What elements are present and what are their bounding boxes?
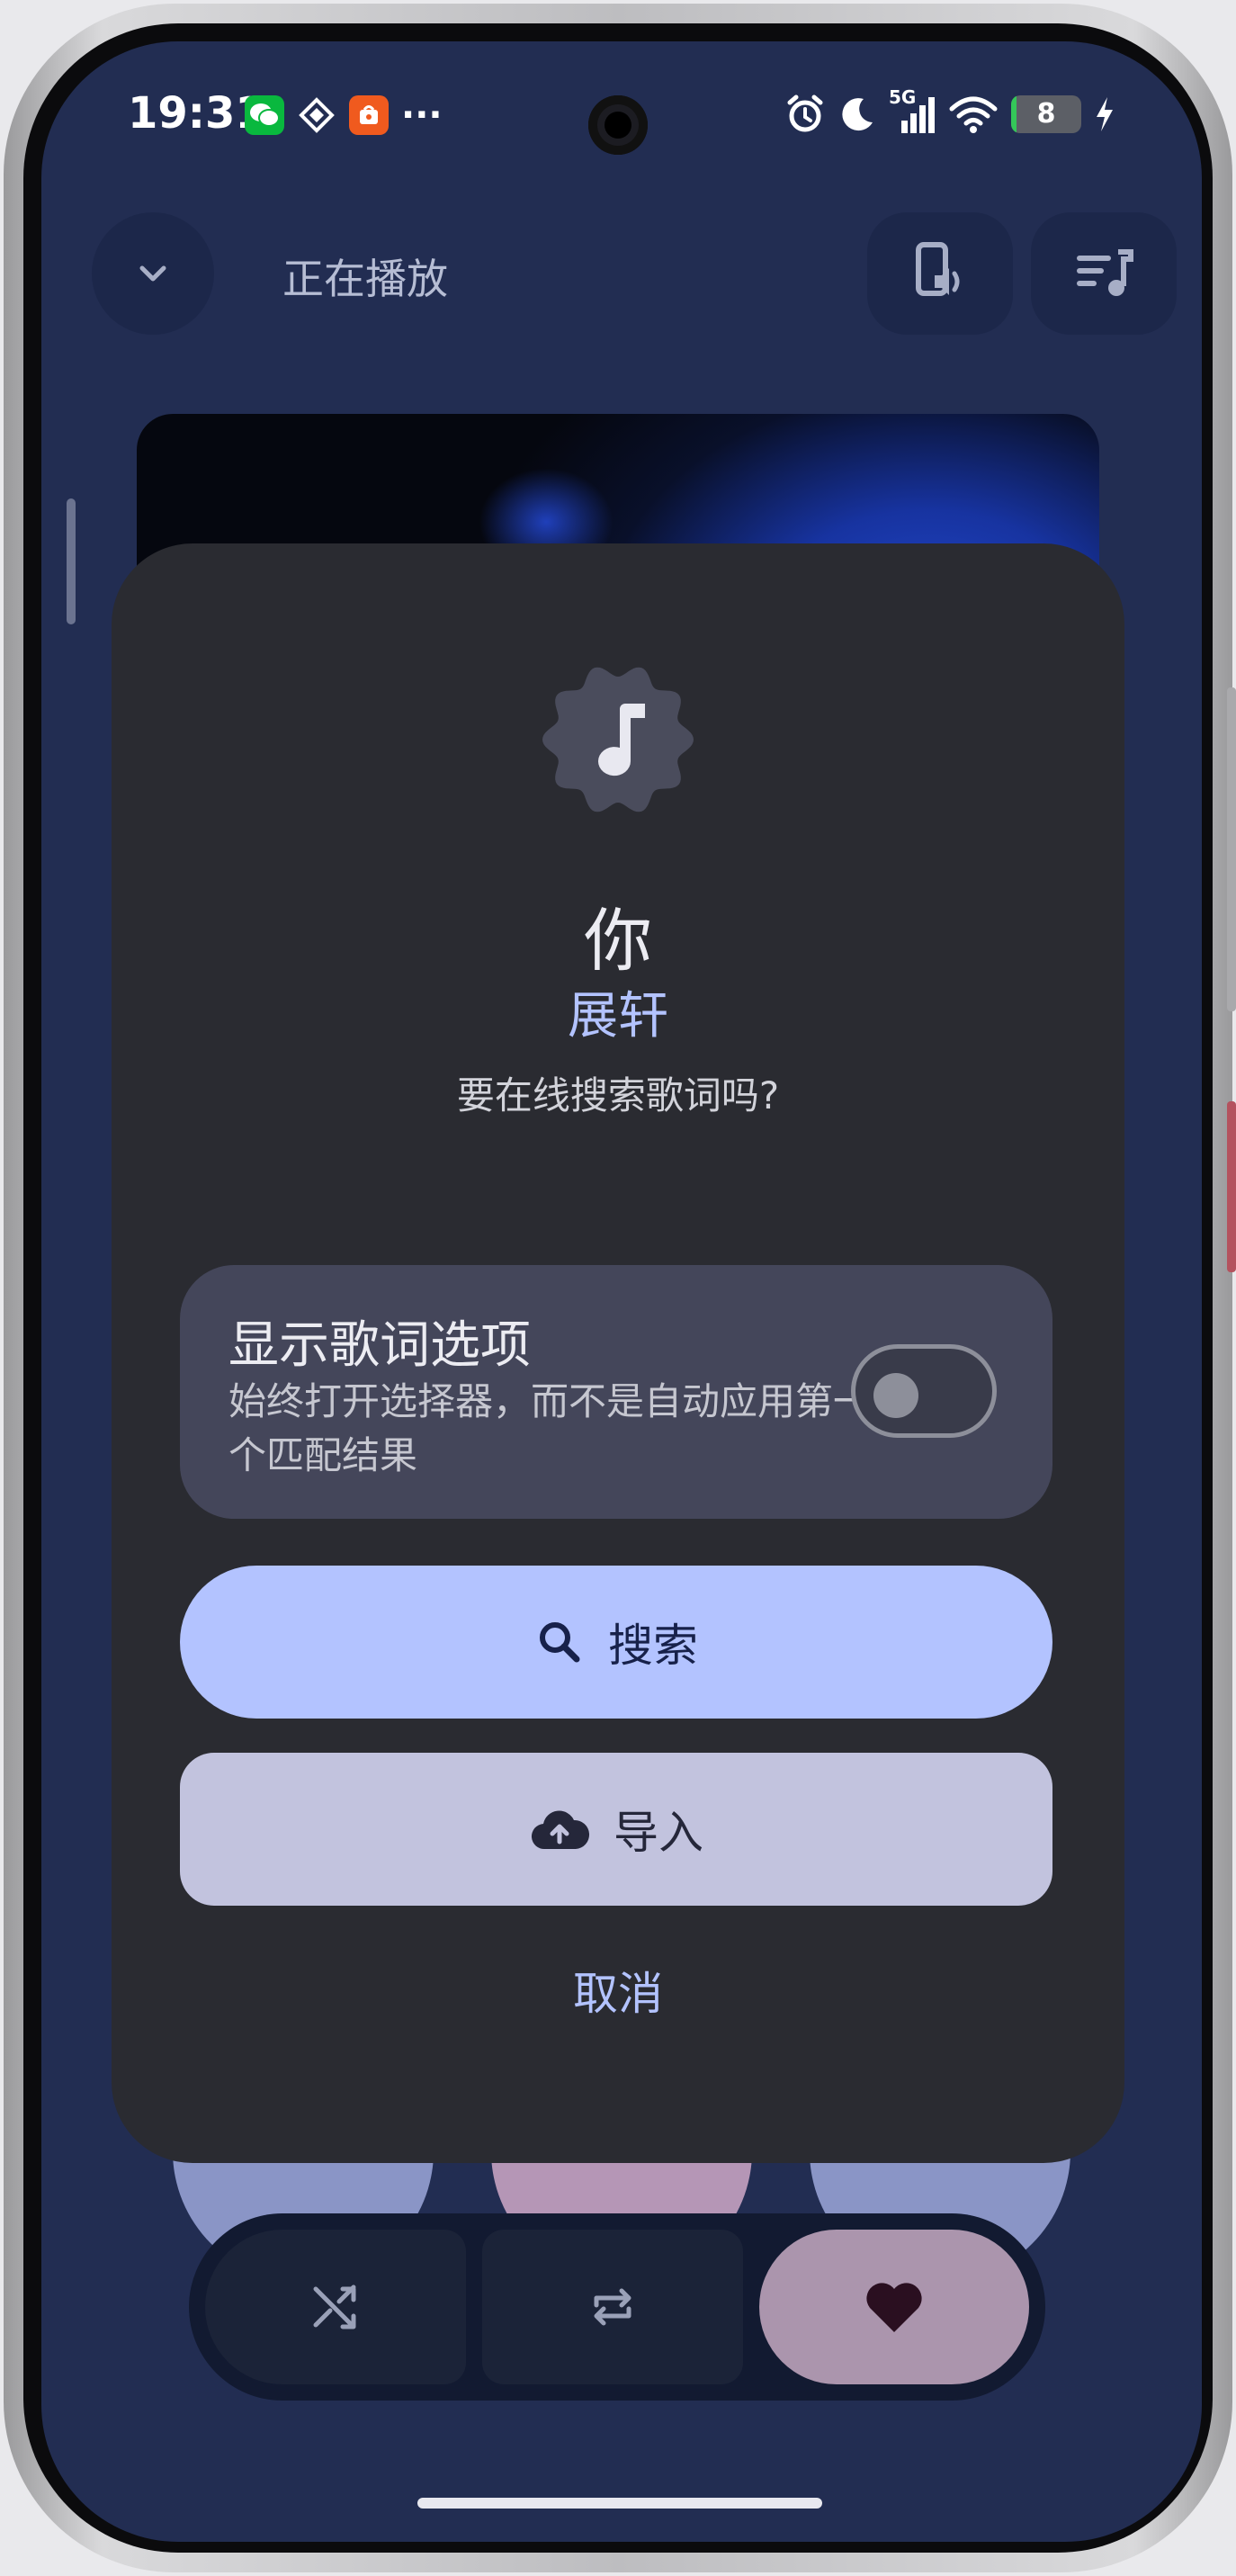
music-note-badge-icon [542, 667, 694, 812]
cloud-upload-icon [531, 1810, 590, 1850]
volume-key [1227, 1101, 1236, 1272]
cancel-button[interactable]: 取消 [112, 1945, 1124, 2035]
show-lyrics-options-card[interactable]: 显示歌词选项 始终打开选择器，而不是自动应用第一个匹配结果 [180, 1265, 1052, 1519]
import-button[interactable]: 导入 [180, 1753, 1052, 1906]
screen: 19:31 ··· 5G 8 正在播放 你 展轩 要在线搜索歌词吗? 显示歌词选… [41, 41, 1202, 2542]
lyrics-search-dialog: 你 展轩 要在线搜索歌词吗? 显示歌词选项 始终打开选择器，而不是自动应用第一个… [112, 543, 1124, 2163]
option-title: 显示歌词选项 [228, 1316, 531, 1375]
dialog-question: 要在线搜索歌词吗? [456, 1073, 780, 1117]
song-artist: 展轩 [568, 987, 668, 1046]
import-button-label: 导入 [614, 1807, 703, 1859]
power-key [1227, 687, 1236, 1011]
cancel-button-label: 取消 [573, 1968, 663, 2020]
phone-frame: 19:31 ··· 5G 8 正在播放 你 展轩 要在线搜索歌词吗? 显示歌词选… [4, 4, 1236, 2572]
show-options-toggle[interactable] [851, 1344, 997, 1438]
toggle-knob [873, 1373, 918, 1418]
search-button[interactable]: 搜索 [180, 1566, 1052, 1719]
search-button-label: 搜索 [608, 1620, 698, 1672]
song-title: 你 [584, 901, 652, 981]
search-icon [540, 1622, 580, 1663]
option-description: 始终打开选择器，而不是自动应用第一个匹配结果 [228, 1379, 872, 1477]
